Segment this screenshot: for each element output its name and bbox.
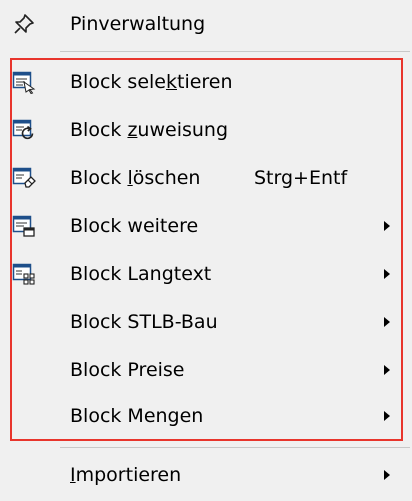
shortcut-label: Strg+Entf	[254, 167, 348, 189]
menu-item-block-langtext[interactable]: Block Langtext	[0, 250, 412, 298]
block-select-icon	[12, 70, 36, 95]
menu-item-label: Block löschen	[70, 167, 201, 189]
menu-item-block-stlb-bau[interactable]: Block STLB-Bau	[0, 298, 412, 346]
submenu-arrow-icon	[384, 221, 390, 231]
menu-item-label: Pinverwaltung	[70, 13, 206, 35]
menu-item-label: Block STLB-Bau	[70, 311, 218, 333]
menu-item-label: Block Langtext	[70, 263, 212, 285]
context-menu: Pinverwaltung Block selektieren Block zu…	[0, 0, 412, 501]
menu-item-label: Block zuweisung	[70, 119, 229, 141]
menu-item-block-mengen[interactable]: Block Mengen	[0, 392, 412, 440]
menu-item-importieren[interactable]: Importieren	[0, 451, 412, 499]
menu-separator	[60, 51, 410, 52]
block-more-icon	[12, 214, 36, 238]
menu-item-label: Block Mengen	[70, 405, 204, 427]
menu-item-block-selektieren[interactable]: Block selektieren	[0, 58, 412, 106]
menu-item-label: Importieren	[70, 464, 182, 486]
menu-item-pinverwaltung[interactable]: Pinverwaltung	[0, 0, 412, 48]
block-delete-icon	[12, 166, 36, 190]
menu-item-label: Block Preise	[70, 359, 185, 381]
block-assign-icon	[12, 118, 36, 142]
submenu-arrow-icon	[384, 269, 390, 279]
submenu-arrow-icon	[384, 365, 390, 375]
menu-item-label: Block weitere	[70, 215, 199, 237]
submenu-arrow-icon	[384, 470, 390, 480]
menu-item-block-zuweisung[interactable]: Block zuweisung	[0, 106, 412, 154]
submenu-arrow-icon	[384, 317, 390, 327]
menu-item-block-loeschen[interactable]: Block löschen Strg+Entf	[0, 154, 412, 202]
block-longtext-icon	[12, 262, 36, 286]
menu-item-label: Block selektieren	[70, 71, 233, 93]
submenu-arrow-icon	[384, 411, 390, 421]
menu-item-block-weitere[interactable]: Block weitere	[0, 202, 412, 250]
menu-separator	[60, 447, 410, 448]
pin-icon	[12, 12, 36, 36]
menu-item-block-preise[interactable]: Block Preise	[0, 346, 412, 394]
